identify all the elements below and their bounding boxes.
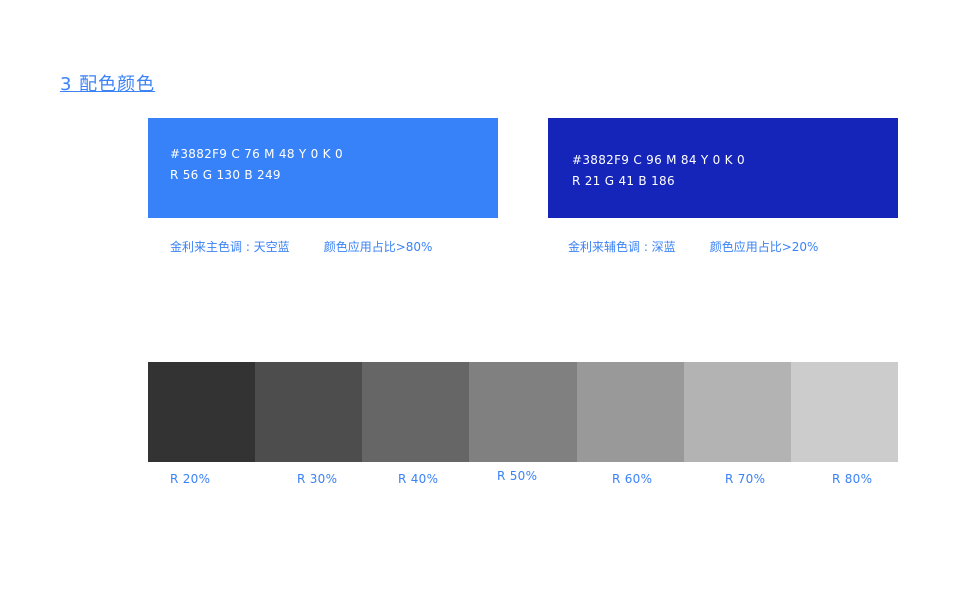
- gray-swatch-80: [790, 362, 898, 462]
- gray-label-50: R 50%: [497, 469, 538, 483]
- secondary-color-name: 金利来辅色调 : 深蓝: [568, 240, 676, 254]
- gray-label-30: R 30%: [297, 472, 338, 486]
- primary-color-name: 金利来主色调 : 天空蓝: [170, 240, 290, 254]
- secondary-color-swatch: #3882F9 C 96 M 84 Y 0 K 0 R 21 G 41 B 18…: [548, 118, 898, 218]
- secondary-color-caption: 金利来辅色调 : 深蓝 颜色应用占比>20%: [568, 238, 818, 255]
- gray-swatch-60: [576, 362, 684, 462]
- gray-swatch-40: [362, 362, 470, 462]
- gray-label-40: R 40%: [398, 472, 439, 486]
- gray-label-70: R 70%: [725, 472, 766, 486]
- primary-color-usage: 颜色应用占比>80%: [323, 240, 433, 254]
- primary-color-rgb: R 56 G 130 B 249: [170, 168, 281, 182]
- gray-label-80: R 80%: [832, 472, 873, 486]
- gray-swatch-30: [255, 362, 363, 462]
- gray-swatch-20: [148, 362, 256, 462]
- gray-label-60: R 60%: [612, 472, 653, 486]
- secondary-color-rgb: R 21 G 41 B 186: [572, 174, 675, 188]
- section-title: 3 配色颜色: [60, 74, 156, 95]
- gray-label-20: R 20%: [170, 472, 211, 486]
- secondary-color-values: #3882F9 C 96 M 84 Y 0 K 0: [572, 153, 745, 167]
- secondary-color-usage: 颜色应用占比>20%: [709, 240, 819, 254]
- gray-scale-strip: [148, 362, 898, 462]
- primary-color-swatch: #3882F9 C 76 M 48 Y 0 K 0 R 56 G 130 B 2…: [148, 118, 498, 218]
- gray-swatch-50: [469, 362, 577, 462]
- primary-color-caption: 金利来主色调 : 天空蓝 颜色应用占比>80%: [170, 238, 432, 255]
- primary-color-values: #3882F9 C 76 M 48 Y 0 K 0: [170, 147, 343, 161]
- gray-swatch-70: [683, 362, 791, 462]
